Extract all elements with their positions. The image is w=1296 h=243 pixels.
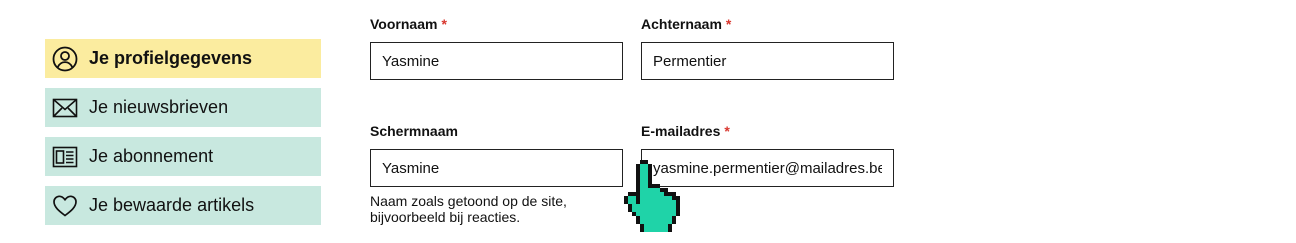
sidebar-item-newsletters[interactable]: Je nieuwsbrieven [45, 88, 321, 127]
user-circle-icon [52, 46, 78, 72]
first-name-label: Voornaam * [370, 16, 447, 32]
required-marker: * [441, 16, 447, 32]
email-input[interactable] [641, 149, 894, 187]
last-name-label: Achternaam * [641, 16, 732, 32]
sidebar-item-profile[interactable]: Je profielgegevens [45, 39, 321, 78]
heart-icon [52, 193, 78, 219]
sidebar-item-subscription[interactable]: Je abonnement [45, 137, 321, 176]
screen-name-label: Schermnaam [370, 123, 458, 139]
sidebar-item-label: Je nieuwsbrieven [89, 97, 229, 117]
email-field: E-mailadres * [641, 123, 894, 187]
sidebar-item-label: Je abonnement [89, 146, 214, 166]
last-name-input[interactable] [641, 42, 894, 80]
required-marker: * [725, 16, 732, 32]
sidebar-item-saved-articles[interactable]: Je bewaarde artikels [45, 186, 321, 225]
newspaper-icon [52, 144, 78, 170]
sidebar-item-label: Je profielgegevens [89, 48, 253, 68]
screen-name-field: Schermnaam Naam zoals getoond op de site… [370, 123, 630, 225]
first-name-input[interactable] [370, 42, 623, 80]
screen-name-help-text: Naam zoals getoond op de site, bijvoorbe… [370, 193, 567, 225]
email-label: E-mailadres * [641, 123, 730, 139]
required-marker: * [724, 123, 730, 139]
sidebar-item-label: Je bewaarde artikels [89, 195, 255, 215]
profile-sidebar: Je profielgegevens Je nieuwsbrieven Je a… [45, 39, 321, 235]
envelope-icon [52, 95, 78, 121]
last-name-field: Achternaam * [641, 16, 894, 80]
screen-name-input[interactable] [370, 149, 623, 187]
first-name-field: Voornaam * [370, 16, 623, 80]
